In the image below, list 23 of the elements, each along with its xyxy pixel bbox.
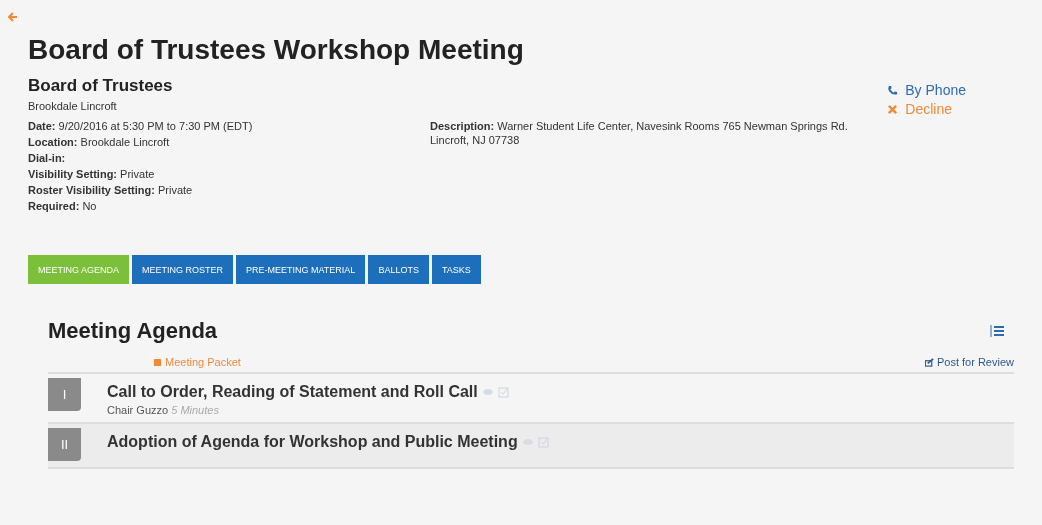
item-title: Adoption of Agenda for Workshop and Public Meeting <box>107 433 518 451</box>
detail-line: Required: No <box>28 199 98 213</box>
detail-line: Roster Visibility Setting: Private <box>28 183 194 197</box>
section-heading: Meeting Agenda <box>48 318 218 344</box>
item-presenter: Chair Guzzo 5 Minutes <box>107 404 220 416</box>
description-text: Description: Warner Student Life Center, Navesink Rooms 765 Newman Springs Rd. Lincroft, NJ 07738 <box>430 119 849 148</box>
by-phone-link[interactable]: By Phone <box>887 82 966 98</box>
tab[interactable]: MEETING ROSTER <box>132 255 234 284</box>
group-name: Board of Trustees <box>28 76 173 96</box>
detail-line: Visibility Setting: Private <box>28 167 156 181</box>
agenda-item[interactable]: II Adoption of Agenda for Workshop and Public Meeting <box>48 424 1014 469</box>
detail-line: Location: Brookdale Lincroft <box>28 135 171 149</box>
item-number: II <box>48 428 81 461</box>
meeting-title: Board of Trustees Workshop Meeting <box>28 34 525 66</box>
organization-name: Brookdale Lincroft <box>28 100 118 112</box>
tab[interactable]: BALLOTS <box>368 255 429 284</box>
item-title: Call to Order, Reading of Statement and Roll Call <box>107 383 478 401</box>
detail-line: Date: 9/20/2016 at 5:30 PM to 7:30 PM (EDT) <box>28 119 254 133</box>
tab[interactable]: TASKS <box>431 255 481 284</box>
item-number: I <box>48 378 81 411</box>
detail-line: Dial-in: <box>28 151 67 165</box>
post-for-review-link[interactable]: Post for Review <box>924 356 1014 368</box>
tab[interactable]: PRE-MEETING MATERIAL <box>236 255 366 284</box>
